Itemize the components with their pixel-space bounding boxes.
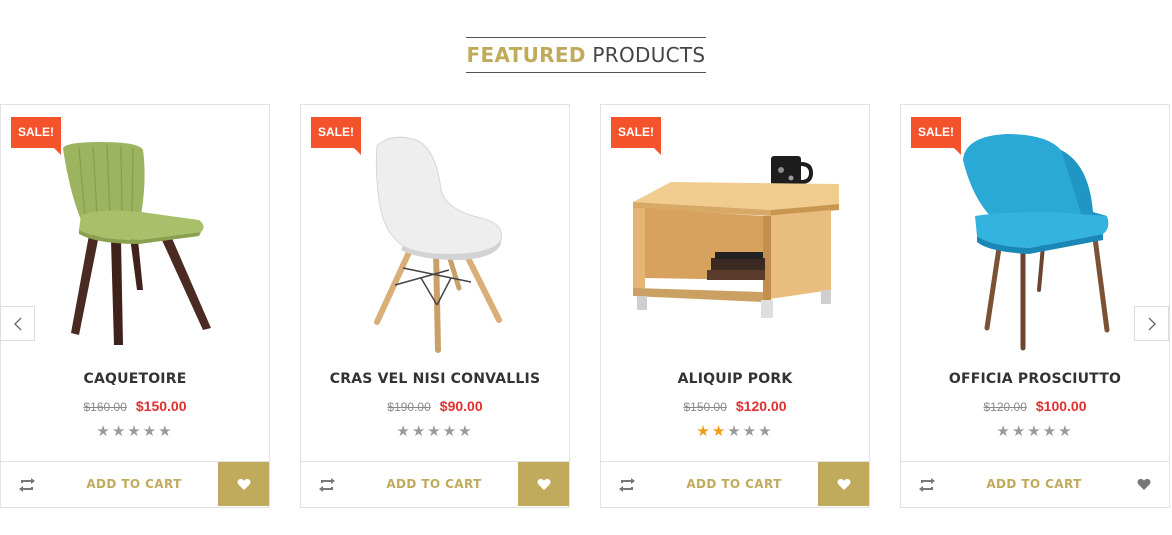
heart-icon (237, 478, 250, 490)
sale-price: $90.00 (439, 398, 483, 414)
star-icon: ★ (458, 423, 474, 440)
add-to-cart-button[interactable]: ADD TO CART (667, 462, 801, 506)
sale-badge: SALE! (911, 117, 961, 155)
product-name[interactable]: CAQUETOIRE (1, 371, 269, 387)
star-icon: ★ (758, 423, 774, 440)
compare-arrows-icon[interactable] (17, 476, 37, 494)
product-actions: ADD TO CART (601, 461, 869, 507)
price-block: $120.00 $100.00 (901, 398, 1169, 414)
star-icon: ★ (696, 423, 712, 440)
product-image[interactable] (911, 120, 1161, 355)
star-icon: ★ (127, 423, 143, 440)
product-name[interactable]: ALIQUIP PORK (601, 371, 869, 387)
star-icon: ★ (1058, 423, 1074, 440)
compare-arrows-icon[interactable] (917, 476, 937, 494)
star-icon: ★ (111, 423, 128, 440)
star-icon: ★ (711, 423, 728, 440)
wishlist-button[interactable] (1118, 462, 1169, 506)
sale-badge: SALE! (11, 117, 61, 155)
sale-badge: SALE! (311, 117, 361, 155)
star-icon: ★ (1042, 423, 1059, 440)
rating-stars: ★★★★★ (901, 422, 1169, 440)
star-icon: ★ (742, 423, 759, 440)
sale-price: $100.00 (1035, 398, 1087, 414)
sale-price: $120.00 (735, 398, 787, 414)
sale-badge: SALE! (611, 117, 661, 155)
sale-price: $150.00 (135, 398, 187, 414)
star-icon: ★ (727, 423, 743, 440)
heart-icon (537, 478, 550, 490)
product-actions: ADD TO CART (1, 461, 269, 507)
chevron-left-icon (13, 317, 21, 330)
chevron-right-icon (1148, 317, 1156, 330)
add-to-cart-button[interactable]: ADD TO CART (67, 462, 201, 506)
product-card[interactable]: SALE! CAQUETOIRE $160.00 $150.00 ★★★★★ A… (0, 104, 270, 508)
compare-arrows-icon[interactable] (617, 476, 637, 494)
price-block: $150.00 $120.00 (601, 398, 869, 414)
product-actions: ADD TO CART (901, 461, 1169, 507)
section-title: FEATURED PRODUCTS (465, 37, 707, 73)
product-image[interactable] (11, 120, 261, 355)
wooden-table-image (633, 156, 839, 318)
wishlist-button[interactable] (518, 462, 569, 506)
product-image[interactable] (611, 120, 861, 355)
blue-armchair-image (963, 134, 1110, 351)
add-to-cart-button[interactable]: ADD TO CART (967, 462, 1101, 506)
price-block: $190.00 $90.00 (301, 398, 569, 414)
star-icon: ★ (427, 423, 443, 440)
section-title-rest: PRODUCTS (585, 43, 706, 67)
rating-stars: ★★★★★ (601, 422, 869, 440)
product-card[interactable]: SALE! ALIQUIP PORK $150.00 $120.00 ★★★★★… (600, 104, 870, 508)
old-price: $160.00 (83, 400, 127, 414)
star-icon: ★ (96, 423, 112, 440)
rating-stars: ★★★★★ (1, 422, 269, 440)
rating-stars: ★★★★★ (301, 422, 569, 440)
heart-icon (837, 478, 850, 490)
product-card[interactable]: SALE! OFFICIA PROSCIUTTO $120.00 $100.00 … (900, 104, 1170, 508)
carousel-next-button[interactable] (1134, 306, 1169, 341)
star-icon: ★ (1011, 423, 1028, 440)
add-to-cart-button[interactable]: ADD TO CART (367, 462, 501, 506)
star-icon: ★ (142, 423, 159, 440)
star-icon: ★ (1027, 423, 1043, 440)
star-icon: ★ (996, 423, 1012, 440)
old-price: $190.00 (387, 400, 431, 414)
white-chair-image (374, 136, 503, 353)
product-name[interactable]: OFFICIA PROSCIUTTO (901, 371, 1169, 387)
carousel-prev-button[interactable] (0, 306, 35, 341)
compare-arrows-icon[interactable] (317, 476, 337, 494)
heart-icon (1137, 478, 1150, 490)
wishlist-button[interactable] (818, 462, 869, 506)
price-block: $160.00 $150.00 (1, 398, 269, 414)
section-title-highlight: FEATURED (466, 43, 586, 67)
star-icon: ★ (442, 423, 459, 440)
old-price: $120.00 (983, 400, 1027, 414)
star-icon: ★ (396, 423, 412, 440)
star-icon: ★ (158, 423, 174, 440)
section-heading: FEATURED PRODUCTS (0, 37, 1172, 73)
product-name[interactable]: CRAS VEL NISI CONVALLIS (301, 371, 569, 387)
green-chair-image (63, 142, 211, 345)
wishlist-button[interactable] (218, 462, 269, 506)
old-price: $150.00 (683, 400, 727, 414)
product-image[interactable] (311, 120, 561, 355)
product-actions: ADD TO CART (301, 461, 569, 507)
product-card[interactable]: SALE! CRAS VEL NISI CONVALLIS $190.00 $90… (300, 104, 570, 508)
star-icon: ★ (411, 423, 428, 440)
